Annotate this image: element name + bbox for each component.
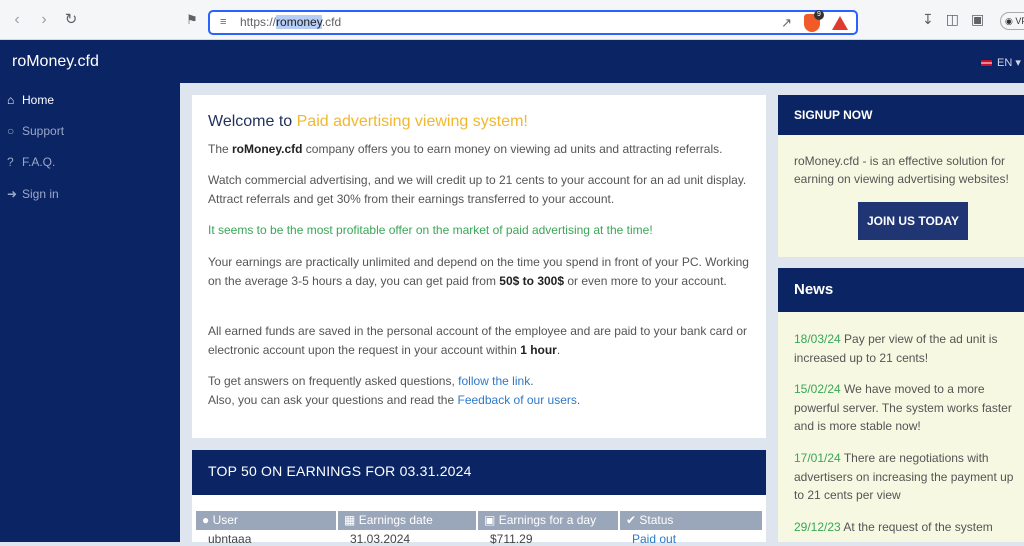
column-header-user: ● User	[196, 511, 336, 530]
site-settings-icon[interactable]: ≡	[220, 16, 226, 28]
advertising-paragraph: Watch commercial advertising, and we wil…	[208, 173, 747, 206]
payout-paragraph: All earned funds are saved in the person…	[208, 324, 748, 357]
signup-panel: roMoney.cfd - is an effective solution f…	[778, 135, 1024, 257]
payout-time: 1 hour	[520, 342, 557, 357]
url-suffix: .cfd	[321, 15, 342, 29]
vpn-label: VP	[1015, 16, 1024, 26]
wallet-icon[interactable]: ▣	[971, 11, 984, 28]
column-header-date: ▦ Earnings date	[338, 511, 476, 530]
column-header-status: ✔ Status	[620, 511, 762, 530]
column-header-earnings: ▣ Earnings for a day	[478, 511, 618, 530]
home-icon: ⌂	[7, 93, 15, 107]
sidebar-item-label: Home	[22, 93, 55, 107]
news-item: 17/01/24 There are negotiations with adv…	[794, 451, 1014, 502]
news-panel: 18/03/24 Pay per view of the ad unit is …	[778, 312, 1024, 542]
news-heading: News	[778, 268, 1024, 312]
url-prefix: https://	[240, 15, 277, 29]
top-earnings-header: TOP 50 ON EARNINGS FOR 03.31.2024	[192, 450, 766, 495]
welcome-card: Welcome to Paid advertising viewing syst…	[192, 95, 766, 438]
join-us-button[interactable]: JOIN US TODAY	[858, 202, 968, 240]
news-date: 17/01/24	[794, 451, 841, 465]
site-header: roMoney.cfd EN ▾	[0, 40, 1024, 83]
sidebar: ⌂ Home ○ Support ? F.A.Q. ➜ Sign in	[0, 83, 180, 542]
welcome-title-prefix: Welcome to	[208, 113, 297, 130]
url-text: https://romoney.cfd	[240, 15, 341, 29]
question-icon: ?	[7, 155, 14, 169]
welcome-title: Welcome to Paid advertising viewing syst…	[208, 113, 528, 131]
shield-count-badge: 9	[814, 10, 824, 20]
top-earnings-title: TOP 50 ON EARNINGS FOR 03.31.2024	[208, 463, 472, 479]
news-date: 15/02/24	[794, 382, 841, 396]
news-date: 18/03/24	[794, 332, 841, 346]
brave-rewards-icon[interactable]	[832, 16, 848, 30]
signup-heading: SIGNUP NOW	[778, 95, 1024, 135]
sidebar-item-label: F.A.Q.	[22, 155, 56, 169]
sidebar-item-label: Support	[22, 124, 65, 138]
sidebar-item-sign-in[interactable]: ➜ Sign in	[7, 187, 59, 201]
top-earnings-table: ● User ▦ Earnings date ▣ Earnings for a …	[192, 495, 766, 546]
sign-in-icon: ➜	[7, 187, 18, 201]
reload-icon[interactable]: ↻	[62, 11, 80, 29]
globe-icon: ○	[7, 124, 15, 138]
site-logo[interactable]: roMoney.cfd	[12, 53, 99, 71]
sidebar-item-faq[interactable]: ? F.A.Q.	[7, 155, 55, 169]
news-item: 15/02/24 We have moved to a more powerfu…	[794, 382, 1012, 433]
address-bar[interactable]: ≡ https://romoney.cfd ↗ 9	[208, 10, 858, 35]
money-icon: ▣	[484, 513, 496, 527]
sidebar-item-support[interactable]: ○ Support	[7, 124, 64, 138]
news-date: 29/12/23	[794, 520, 841, 534]
row-date: 31.03.2024	[350, 532, 411, 546]
check-icon: ✔	[626, 513, 637, 527]
bookmark-icon[interactable]: ⚑	[183, 11, 201, 29]
url-host: romoney	[276, 15, 322, 29]
signup-text: roMoney.cfd - is an effective solution f…	[794, 154, 1009, 186]
intro-paragraph: The roMoney.cfd company offers you to ea…	[208, 142, 723, 156]
browser-toolbar: ‹ › ↻ ⚑ ≡ https://romoney.cfd ↗ 9 ↧ ◫ ▣ …	[0, 0, 1024, 40]
news-item: 18/03/24 Pay per view of the ad unit is …	[794, 332, 998, 365]
uk-flag-icon	[980, 59, 993, 68]
forward-arrow-icon[interactable]: ›	[35, 11, 53, 29]
profitable-offer-paragraph: It seems to be the most profitable offer…	[208, 223, 653, 237]
company-name: roMoney.cfd	[232, 142, 303, 156]
feedback-link[interactable]: Feedback of our users	[458, 393, 577, 407]
language-selector[interactable]: EN ▾	[980, 56, 1021, 69]
back-arrow-icon[interactable]: ‹	[8, 11, 26, 29]
language-label: EN	[997, 57, 1013, 69]
vpn-icon: ◉	[1005, 16, 1013, 26]
earnings-range: 50$ to 300$	[499, 273, 565, 288]
news-item: 29/12/23 At the request of the system	[794, 520, 993, 534]
faq-paragraph: To get answers on frequently asked quest…	[208, 374, 581, 407]
earnings-paragraph: Your earnings are practically unlimited …	[208, 255, 749, 288]
download-icon[interactable]: ↧	[922, 11, 934, 28]
user-icon: ●	[202, 513, 210, 527]
faq-link[interactable]: follow the link	[458, 374, 530, 388]
sidebar-item-label: Sign in	[22, 187, 59, 201]
row-status: Paid out	[632, 532, 677, 546]
share-icon[interactable]: ↗	[781, 15, 792, 31]
sidebar-toggle-icon[interactable]: ◫	[946, 11, 959, 28]
vpn-button[interactable]: ◉ VP	[1000, 12, 1024, 30]
brave-shield-icon[interactable]: 9	[804, 10, 824, 32]
sidebar-item-home[interactable]: ⌂ Home	[7, 93, 54, 107]
calendar-icon: ▦	[344, 513, 356, 527]
row-amount: $711.29	[490, 532, 533, 546]
row-user: ubntaaa	[208, 532, 252, 546]
welcome-title-accent: Paid advertising viewing system!	[296, 113, 528, 130]
